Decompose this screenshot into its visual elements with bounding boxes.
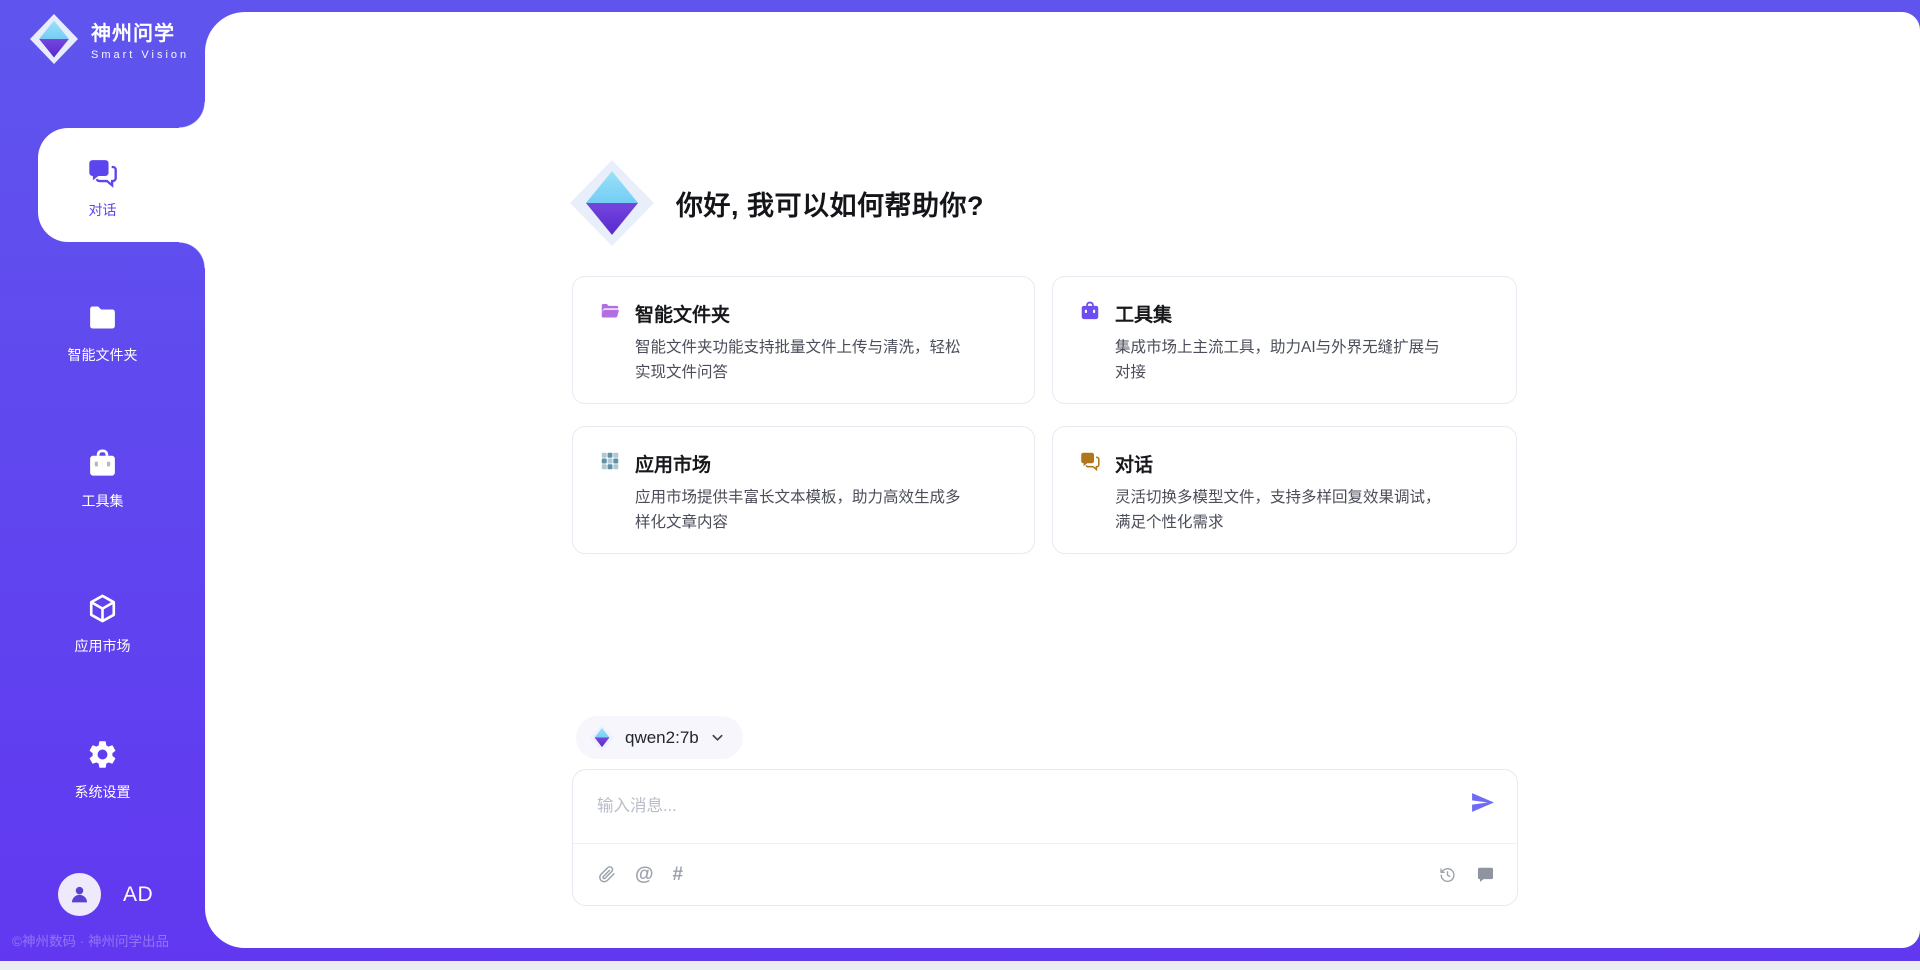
- card-title: 应用市场: [635, 450, 711, 477]
- card-description: 集成市场上主流工具，助力AI与外界无缝扩展与对接: [1115, 336, 1455, 386]
- sidebar-item-label: 应用市场: [75, 636, 131, 656]
- composer-toolbar: @ #: [597, 844, 1495, 905]
- cube-icon: [86, 592, 119, 625]
- sidebar-item-toolset[interactable]: 工具集: [0, 447, 205, 511]
- sidebar-item-smart-folder[interactable]: 智能文件夹: [0, 301, 205, 365]
- model-name: qwen2:7b: [625, 728, 699, 748]
- sidebar: 神州问学 Smart Vision 对话 智能文件夹: [0, 0, 205, 970]
- greeting-title: 你好, 我可以如何帮助你?: [676, 184, 984, 223]
- card-description: 智能文件夹功能支持批量文件上传与清洗，轻松实现文件问答: [635, 336, 975, 386]
- greeting-block: 你好, 我可以如何帮助你?: [570, 160, 984, 246]
- history-icon[interactable]: [1438, 865, 1457, 884]
- chevron-down-icon: [710, 730, 725, 745]
- avatar: [58, 873, 101, 916]
- sidebar-item-label: 对话: [89, 200, 117, 220]
- sidebar-item-chat[interactable]: 对话: [0, 156, 205, 220]
- folder-icon: [86, 301, 119, 334]
- at-icon[interactable]: @: [635, 865, 654, 884]
- folder-open-icon: [599, 300, 621, 327]
- horizontal-scrollbar[interactable]: [0, 961, 1920, 970]
- card-smart-folder[interactable]: 智能文件夹 智能文件夹功能支持批量文件上传与清洗，轻松实现文件问答: [572, 276, 1035, 404]
- card-toolset[interactable]: 工具集 集成市场上主流工具，助力AI与外界无缝扩展与对接: [1052, 276, 1517, 404]
- brand-diamond-icon: [30, 14, 78, 64]
- model-diamond-icon: [590, 725, 614, 751]
- hero-diamond-icon: [570, 160, 654, 246]
- card-description: 应用市场提供丰富长文本模板，助力高效生成多样化文章内容: [635, 486, 975, 536]
- sidebar-item-label: 系统设置: [75, 782, 131, 802]
- chat-icon: [1079, 450, 1101, 477]
- sidebar-item-app-market[interactable]: 应用市场: [0, 592, 205, 656]
- person-icon: [67, 882, 92, 907]
- main-panel: 你好, 我可以如何帮助你? 智能文件夹 智能文件夹功能支持批量文件上传与清洗，轻…: [205, 12, 1920, 948]
- sidebar-item-settings[interactable]: 系统设置: [0, 738, 205, 802]
- card-title: 智能文件夹: [635, 300, 730, 327]
- active-nav-curve-bottom: [179, 242, 205, 268]
- card-description: 灵活切换多模型文件，支持多样回复效果调试，满足个性化需求: [1115, 486, 1455, 536]
- paperclip-icon[interactable]: [597, 865, 616, 884]
- card-app-market[interactable]: 应用市场 应用市场提供丰富长文本模板，助力高效生成多样化文章内容: [572, 426, 1035, 554]
- message-input[interactable]: [597, 784, 1445, 828]
- send-icon[interactable]: [1470, 790, 1495, 815]
- message-icon[interactable]: [1476, 865, 1495, 884]
- copyright-footer: ©神州数码 · 神州问学出品: [12, 930, 169, 950]
- user-name: AD: [123, 883, 153, 907]
- brand-name: 神州问学: [91, 17, 189, 46]
- sidebar-item-label: 智能文件夹: [68, 345, 138, 365]
- user-profile[interactable]: AD: [58, 873, 153, 916]
- gear-icon: [86, 738, 119, 771]
- app-logo: 神州问学 Smart Vision: [30, 14, 189, 64]
- model-selector[interactable]: qwen2:7b: [576, 716, 743, 759]
- chat-icon: [86, 156, 119, 189]
- card-chat[interactable]: 对话 灵活切换多模型文件，支持多样回复效果调试，满足个性化需求: [1052, 426, 1517, 554]
- active-nav-curve-top: [179, 102, 205, 128]
- message-composer: @ #: [572, 769, 1518, 906]
- card-title: 对话: [1115, 450, 1153, 477]
- grid-icon: [599, 450, 621, 477]
- hash-icon[interactable]: #: [673, 865, 684, 884]
- sidebar-item-label: 工具集: [82, 491, 124, 511]
- card-title: 工具集: [1115, 300, 1172, 327]
- toolbox-icon: [86, 447, 119, 480]
- brand-subtitle: Smart Vision: [91, 49, 189, 61]
- feature-cards: 智能文件夹 智能文件夹功能支持批量文件上传与清洗，轻松实现文件问答 工具集 集成…: [572, 276, 1518, 554]
- toolbox-icon: [1079, 300, 1101, 327]
